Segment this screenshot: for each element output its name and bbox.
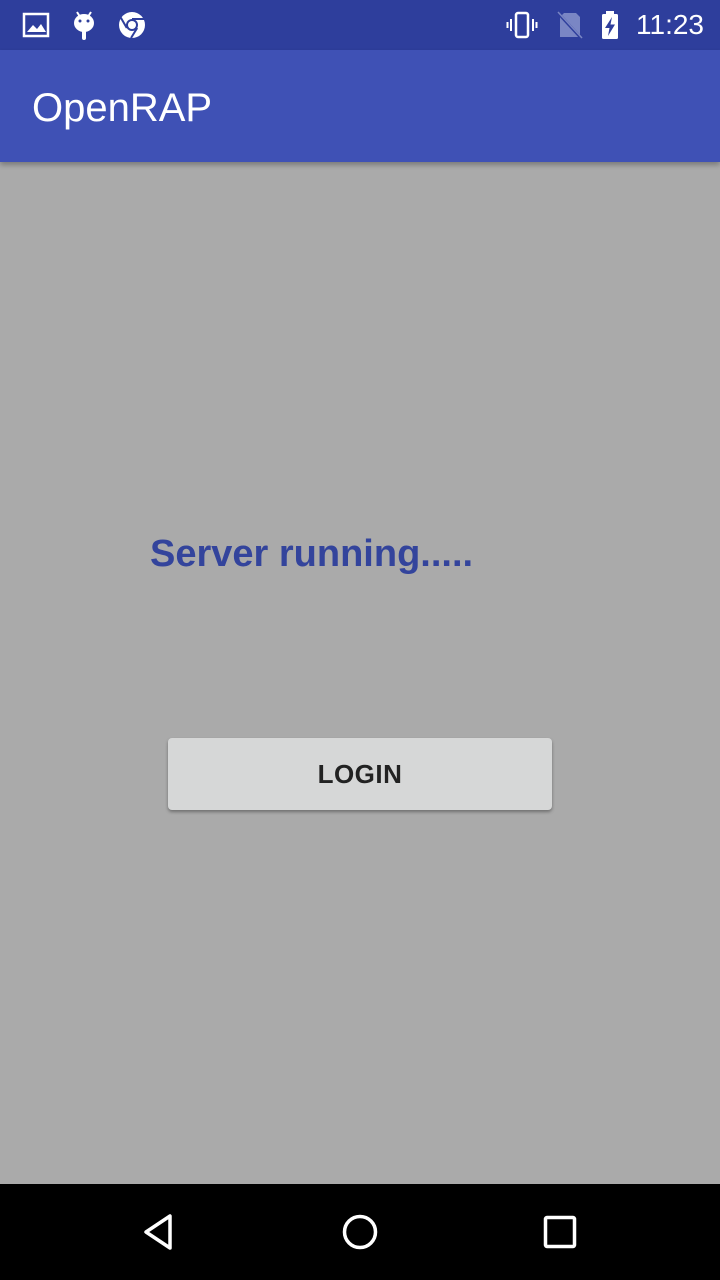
navigation-bar bbox=[0, 1184, 720, 1280]
home-icon[interactable] bbox=[336, 1208, 384, 1256]
battery-charging-icon bbox=[602, 11, 618, 39]
back-icon[interactable] bbox=[136, 1208, 184, 1256]
app-bar: OpenRAP bbox=[0, 50, 720, 162]
status-bar: 11:23 bbox=[0, 0, 720, 50]
app-title: OpenRAP bbox=[32, 86, 213, 130]
server-status-text: Server running..... bbox=[150, 533, 474, 575]
vibrate-icon bbox=[506, 11, 538, 39]
recents-icon[interactable] bbox=[536, 1208, 584, 1256]
main-content: Server running..... LOGIN bbox=[0, 162, 720, 1184]
image-icon bbox=[22, 12, 50, 38]
no-sim-icon bbox=[556, 11, 584, 41]
status-time: 11:23 bbox=[636, 9, 704, 40]
chrome-icon bbox=[119, 12, 145, 39]
android-icon bbox=[74, 11, 94, 40]
login-button[interactable]: LOGIN bbox=[168, 738, 552, 810]
